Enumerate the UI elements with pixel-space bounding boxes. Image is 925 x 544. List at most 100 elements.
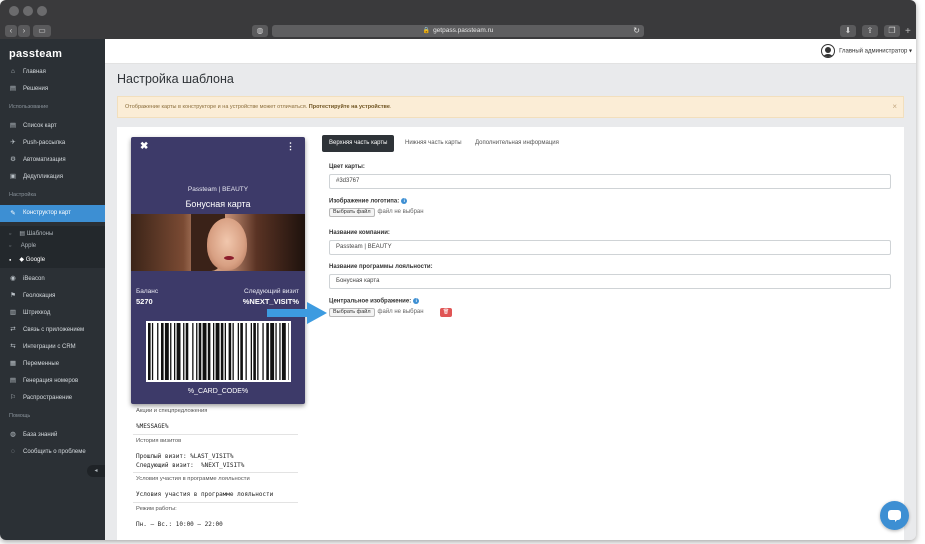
cards-icon: ▤ <box>9 122 17 129</box>
close-icon[interactable]: × <box>892 97 897 117</box>
sidebar-item-card-list[interactable]: ▤ Список карт <box>0 118 105 134</box>
sidebar-item-label: Конструктор карт <box>23 210 71 216</box>
editor-panel: ✖ ⋮ Passteam | BEAUTY Бонусная карта Бал… <box>117 127 904 540</box>
new-tab-icon[interactable]: + <box>905 27 915 37</box>
close-window-button[interactable] <box>9 6 19 16</box>
choose-logo-file-button[interactable]: Выбрать файл <box>329 208 375 217</box>
sidebar-item-push[interactable]: ✈ Push-рассылка <box>0 135 105 151</box>
browser-toolbar: ‹ › ▭ ◍ 🔒 getpass.passteam.ru ↻ ⬇ ⇪ ❐ + <box>0 0 916 39</box>
sidebar-item-label: Сообщить о проблеме <box>23 449 86 455</box>
card-preview: ✖ ⋮ Passteam | BEAUTY Бонусная карта Бал… <box>131 137 305 404</box>
sidebar-item-label: Интеграции с CRM <box>23 344 76 350</box>
no-file-text: файл не выбран <box>377 309 424 315</box>
address-bar[interactable]: 🔒 getpass.passteam.ru ↻ <box>272 25 644 37</box>
main-content: Настройка шаблона Отображение карты в ко… <box>105 64 916 540</box>
chevron-down-icon: ▾ <box>908 48 912 55</box>
back-field-label: Условия участия в программе лояльности <box>136 476 250 482</box>
sidebar-item-label: Распространение <box>23 395 73 401</box>
back-field-label: Режим работы: <box>136 506 177 512</box>
sidebar-item-report[interactable]: ◌ Сообщить о проблеме <box>0 444 105 460</box>
page-title: Настройка шаблона <box>117 72 234 86</box>
barcode-icon: ▥ <box>9 309 17 316</box>
sidebar-item-label: Геолокация <box>23 293 56 299</box>
tabs-icon[interactable]: ❐ <box>884 25 900 37</box>
sidebar-item-label: Главная <box>23 69 46 75</box>
sidebar-item-crm[interactable]: ⇆ Интеграции с CRM <box>0 339 105 355</box>
forward-icon[interactable]: › <box>18 25 30 37</box>
download-icon[interactable]: ⬇ <box>840 25 856 37</box>
lock-icon: 🔒 <box>422 28 431 34</box>
barcode-graphic <box>148 323 289 380</box>
back-field-value: Прошлый визит: %LAST_VISIT% Следующий ви… <box>136 453 245 469</box>
next-visit-label: Следующий визит <box>244 288 299 295</box>
subitem-apple[interactable]: ○ Apple <box>9 243 36 249</box>
sidebar-item-knowledge[interactable]: ◍ База знаний <box>0 427 105 443</box>
alert-text: Отображение карты в конструкторе и на ус… <box>125 104 309 110</box>
collapse-sidebar-icon[interactable]: ◂ <box>87 465 105 477</box>
sidebar: passteam ⌂ Главная ▤ Решения Использован… <box>0 39 105 540</box>
section-settings-heading: Настройка <box>9 192 37 198</box>
integration-icon: ⇆ <box>10 343 16 350</box>
info-icon[interactable]: i <box>413 298 420 304</box>
sidebar-item-home[interactable]: ⌂ Главная <box>0 64 105 80</box>
automation-icon: ⚙ <box>10 156 16 163</box>
section-help-heading: Помощь <box>9 413 31 419</box>
sidebar-item-number-gen[interactable]: ▤ Генерация номеров <box>0 373 105 389</box>
sidebar-item-geolocation[interactable]: ⚑ Геолокация <box>0 288 105 304</box>
shield-icon[interactable]: ◍ <box>252 25 268 37</box>
pointer-arrow-icon <box>267 302 327 324</box>
sidebar-toggle-icon[interactable]: ▭ <box>33 25 51 37</box>
choose-central-image-button[interactable]: Выбрать файл <box>329 308 375 317</box>
sidebar-item-ibeacon[interactable]: ◉ iBeacon <box>0 271 105 287</box>
sidebar-item-solutions[interactable]: ▤ Решения <box>0 81 105 97</box>
knowledge-icon: ◍ <box>10 431 16 438</box>
sidebar-item-label: Штрихкод <box>23 310 51 316</box>
sidebar-item-dedup[interactable]: ▣ Дедупликация <box>0 169 105 185</box>
tab-additional-info[interactable]: Дополнительная информация <box>468 135 566 152</box>
chat-widget-button[interactable] <box>880 501 909 530</box>
dedup-icon: ▣ <box>9 173 17 180</box>
report-icon: ◌ <box>11 448 15 455</box>
card-color-field[interactable]: #3d3767 <box>329 174 891 189</box>
tab-bottom-part[interactable]: Нижняя часть карты <box>398 135 469 152</box>
balance-label: Баланс <box>136 288 159 295</box>
back-icon[interactable]: ‹ <box>5 25 17 37</box>
numbers-icon: ▤ <box>9 377 17 384</box>
admin-name: Главный администратор <box>839 48 908 55</box>
avatar <box>821 44 836 58</box>
user-menu[interactable]: Главный администратор ▾ <box>821 44 912 59</box>
sidebar-item-variables[interactable]: ▦ Переменные <box>0 356 105 372</box>
sidebar-item-automation[interactable]: ⚙ Автоматизация <box>0 152 105 168</box>
sidebar-item-barcode[interactable]: ▥ Штрихкод <box>0 305 105 321</box>
card-code: %_CARD_CODE% <box>187 388 249 395</box>
warning-alert: Отображение карты в конструкторе и на ус… <box>117 96 904 118</box>
beacon-icon: ◉ <box>10 275 16 282</box>
maximize-window-button[interactable] <box>37 6 47 16</box>
sidebar-item-label: iBeacon <box>23 276 45 282</box>
location-icon: ⚑ <box>10 292 16 299</box>
company-name-field[interactable]: Passteam | BEAUTY <box>329 240 891 255</box>
sidebar-item-distribution[interactable]: ⚐ Распространение <box>0 390 105 406</box>
tab-top-part[interactable]: Верхняя часть карты <box>322 135 395 152</box>
sidebar-item-label: Генерация номеров <box>23 378 79 384</box>
logo-file-picker: Выбрать файл файл не выбран <box>329 208 424 217</box>
list-icon: ▤ <box>9 85 17 92</box>
sidebar-item-label: База знаний <box>23 432 58 438</box>
sidebar-item-card-builder[interactable]: ✎ Конструктор карт <box>0 205 105 222</box>
sidebar-item-app-link[interactable]: ⇄ Связь с приложением <box>0 322 105 338</box>
share-icon[interactable]: ⇪ <box>862 25 878 37</box>
trash-icon[interactable]: 🗑 <box>440 308 452 317</box>
url-text: getpass.passteam.ru <box>433 27 494 34</box>
reload-icon[interactable]: ↻ <box>633 25 640 37</box>
card-color-label: Цвет карты: <box>329 164 365 170</box>
sidebar-item-label: Автоматизация <box>23 157 66 163</box>
subitem-templates[interactable]: ○ ▤ Шаблоны <box>9 230 53 237</box>
section-use-heading: Использование <box>9 104 49 110</box>
minimize-window-button[interactable] <box>23 6 33 16</box>
browser-window: ‹ › ▭ ◍ 🔒 getpass.passteam.ru ↻ ⬇ ⇪ ❐ + p… <box>0 0 916 540</box>
subitem-google[interactable]: ● ◆ Google <box>9 256 45 263</box>
info-icon[interactable]: i <box>401 198 408 204</box>
program-name-field[interactable]: Бонусная карта <box>329 274 891 289</box>
link-icon: ⇄ <box>10 326 16 333</box>
back-field-value: Условия участия в программе лояльности <box>136 491 274 498</box>
